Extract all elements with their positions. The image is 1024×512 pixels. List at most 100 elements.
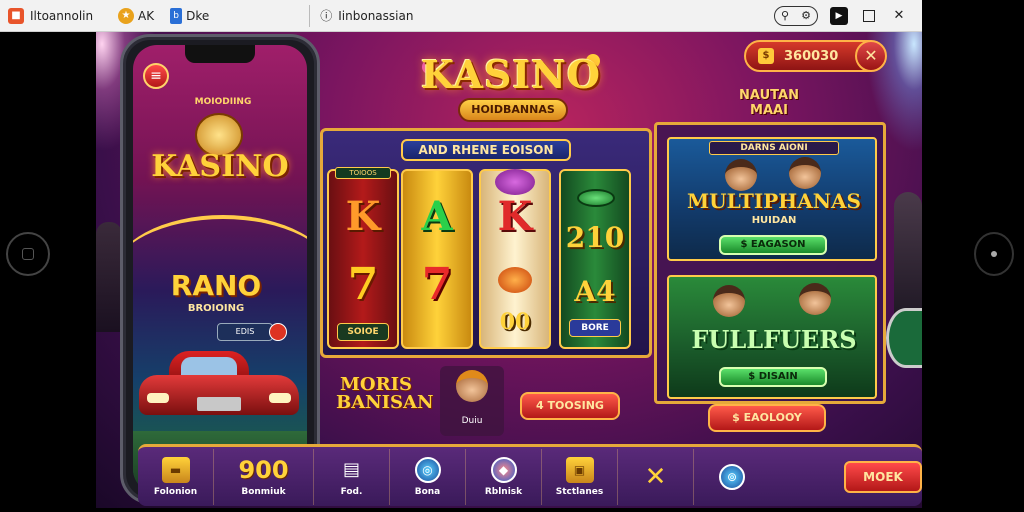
game-card-fullfuers[interactable]: FULLFUERS $ DISAIN (667, 275, 877, 399)
phone-notch (185, 45, 255, 63)
reel-3[interactable]: K 00 (479, 169, 551, 349)
reel-1[interactable]: TOIOOS K 7 SOIOE (327, 167, 399, 349)
zoom-control[interactable]: ⚲ ⚙ (774, 5, 818, 26)
logo-subtitle: HOIDBANNAS (458, 98, 568, 122)
menu-button[interactable]: ≡ (143, 63, 169, 89)
bookmark-icon: b (170, 7, 183, 24)
close-icon: ✕ (864, 46, 878, 65)
card-title: MULTIPHANAS (687, 189, 861, 213)
toolbar-item-close[interactable]: ✕ (618, 448, 694, 505)
card-play-button[interactable]: $ DISAIN (719, 367, 827, 387)
toolbar-label: Fod. (340, 486, 363, 497)
games-panel: DARNS AIONI MULTIPHANAS HUIDAN $ EAGASON… (654, 122, 886, 404)
maximize-icon (863, 9, 875, 22)
coin-icon: $ (758, 48, 774, 64)
info-icon: ⓘ (320, 9, 333, 23)
toolbar-number: 900 (238, 455, 289, 484)
tab-ak[interactable]: ★ AK (110, 0, 162, 32)
character-avatar (725, 159, 757, 191)
toosing-button[interactable]: 4 TOOSING (520, 392, 620, 420)
reel-tag: SOIOE (337, 323, 389, 341)
reel-symbol: A (421, 193, 453, 240)
reel-symbol: K (345, 193, 381, 240)
screen: ■ Iltoannolin ★ AK b Dke ⓘ Iinbonassian … (0, 0, 1024, 512)
device-side-button[interactable] (974, 232, 1014, 276)
star-icon: ★ (118, 7, 134, 24)
app-title: Iltoannolin (30, 8, 94, 23)
phone-badge[interactable]: EDIS (217, 323, 273, 341)
toolbar-item-folonion[interactable]: ▬ Folonion (138, 448, 214, 505)
reel-symbol: 00 (499, 309, 531, 335)
phone-screen: ≡ MOIODIING KASINO RANO BROIOING EDIS (133, 45, 307, 493)
card-subtitle: HUIDAN (751, 215, 797, 226)
tab-dke[interactable]: b Dke (162, 0, 217, 32)
reel-symbol: A4 (574, 275, 616, 308)
reel-symbol: 210 (565, 221, 625, 254)
reel-4[interactable]: 210 A4 BORE (559, 169, 631, 349)
phone-logo: KASINO (151, 149, 289, 184)
main-action-button[interactable]: MOEK (844, 461, 922, 493)
car-headlight (147, 393, 169, 403)
character-avatar (789, 157, 821, 189)
character-avatar (799, 283, 831, 315)
menu-icon: ≡ (150, 68, 162, 84)
address-text: Iinbonassian (338, 8, 414, 23)
toolbar-item-fod[interactable]: ▤ Fod. (314, 448, 390, 505)
reel-tag: BORE (569, 319, 621, 337)
card-title: FULLFUERS (691, 325, 857, 354)
character-label: Duiu (461, 416, 483, 426)
dot-icon (991, 251, 997, 257)
bottom-toolbar: ▬ Folonion 900 Bonmiuk ▤ Fod. ◎ Bona ◆ R… (138, 444, 922, 506)
toolbar-item-target[interactable]: ⊚ (694, 449, 770, 505)
reel-2[interactable]: A 7 (401, 169, 473, 349)
search-icon: ⚲ (781, 9, 790, 22)
game-card-multiphanas[interactable]: DARNS AIONI MULTIPHANAS HUIDAN $ EAGASON (667, 137, 877, 261)
gold-bars-icon: ▬ (161, 456, 190, 483)
home-icon (22, 248, 34, 260)
car-headlight (269, 393, 291, 403)
gear-icon: ⚙ (801, 9, 811, 22)
close-icon: ✕ (644, 461, 667, 492)
character-avatar (713, 285, 745, 317)
promo-text: NAUTAN MAAI (739, 88, 799, 118)
reel-top-tag: TOIOOS (335, 167, 391, 179)
toolbar-label: Rblnisk (484, 486, 523, 497)
game-scene: KASINO HOIDBANNAS $ 360030 ✕ NAUTAN MAAI… (96, 32, 922, 508)
close-button[interactable]: ✕ (855, 40, 887, 72)
maximize-button[interactable] (860, 7, 878, 25)
casino-logo: KASINO HOIDBANNAS (418, 46, 604, 130)
toolbar-label: Bonmiuk (241, 486, 286, 497)
phone-feature-title: RANO (170, 269, 262, 302)
phone-feature-subtitle: BROIOING (187, 303, 245, 314)
treasure-icon: ▣ (565, 456, 594, 483)
document-icon: ▤ (342, 458, 360, 480)
character-tile[interactable]: Duiu (440, 366, 504, 436)
window-titlebar: ■ Iltoannolin ★ AK b Dke ⓘ Iinbonassian … (0, 0, 922, 32)
phone-subtitle: MOIODIING (194, 97, 252, 107)
reel-symbol: K (497, 193, 533, 240)
address-area[interactable]: ⓘ Iinbonassian (310, 7, 413, 24)
toolbar-item-rblnisk[interactable]: ◆ Rblnisk (466, 448, 542, 505)
panel-action-button[interactable]: $ EAOLOOY (708, 404, 826, 432)
device-home-button[interactable] (6, 232, 50, 276)
card-play-button[interactable]: $ EAGASON (719, 235, 827, 255)
toolbar-item-bonmiuk[interactable]: 900 Bonmiuk (214, 448, 314, 505)
slot-machine[interactable]: AND RHENE EOISON TOIOOS K 7 SOIOE A 7 K … (320, 128, 652, 358)
toolbar-item-stctlanes[interactable]: ▣ Stctlanes (542, 448, 618, 505)
toolbar-item-bona[interactable]: ◎ Bona (390, 448, 466, 505)
close-window-button[interactable]: ✕ (890, 7, 908, 25)
background-person-left (96, 222, 122, 332)
window-controls: ⚲ ⚙ ▶ ✕ (774, 5, 922, 26)
toolbar-label: Stctlanes (555, 486, 604, 497)
car-illustration (139, 351, 299, 421)
tab-ak-label: AK (138, 8, 155, 23)
game-row: MORIS BANISAN Duiu 4 TOOSING (324, 366, 652, 438)
balance-value: 360030 (784, 48, 839, 64)
fruit-icon (498, 267, 532, 293)
toolbar-label: Folonion (153, 486, 198, 497)
card-header: DARNS AIONI (709, 141, 839, 155)
play-button[interactable]: ▶ (830, 6, 848, 25)
game-logo[interactable]: MORIS BANISAN (336, 376, 433, 412)
car-window (181, 357, 237, 377)
logo-title: KASINO (420, 52, 602, 97)
